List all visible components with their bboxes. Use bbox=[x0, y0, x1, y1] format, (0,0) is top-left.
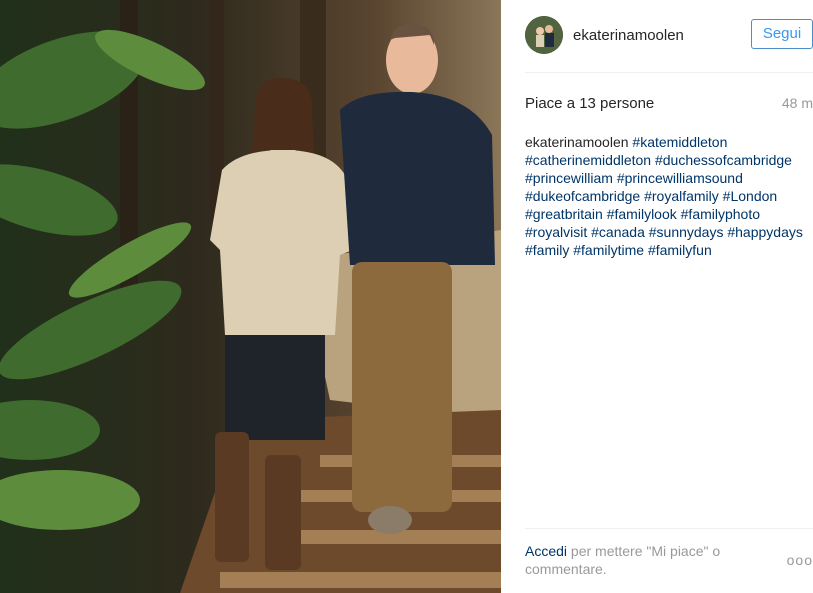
username-link[interactable]: ekaterinamoolen bbox=[573, 27, 684, 44]
photo-illustration bbox=[0, 0, 501, 593]
hashtag-link[interactable]: #katemiddleton bbox=[632, 134, 727, 150]
hashtag-link[interactable]: #duchessofcambridge bbox=[655, 152, 792, 168]
hashtag-link[interactable]: #happydays bbox=[727, 224, 803, 240]
hashtag-link[interactable]: #catherinemiddleton bbox=[525, 152, 651, 168]
caption-username-link[interactable]: ekaterinamoolen bbox=[525, 134, 629, 150]
hashtag-list: #katemiddleton #catherinemiddleton #duch… bbox=[525, 134, 803, 258]
post-sidebar: ekaterinamoolen Segui Piace a 13 persone… bbox=[501, 0, 813, 593]
post-photo[interactable] bbox=[0, 0, 501, 593]
caption: ekaterinamoolen #katemiddleton #catherin… bbox=[525, 133, 813, 259]
hashtag-link[interactable]: #royalvisit bbox=[525, 224, 587, 240]
hashtag-link[interactable]: #dukeofcambridge bbox=[525, 188, 640, 204]
hashtag-link[interactable]: #sunnydays bbox=[649, 224, 724, 240]
divider bbox=[525, 528, 813, 529]
hashtag-link[interactable]: #London bbox=[723, 188, 778, 204]
hashtag-link[interactable]: #princewilliam bbox=[525, 170, 613, 186]
more-options-icon[interactable]: ooo bbox=[787, 552, 813, 568]
likes-count[interactable]: Piace a 13 persone bbox=[525, 95, 654, 112]
hashtag-link[interactable]: #familyphoto bbox=[681, 206, 760, 222]
follow-button[interactable]: Segui bbox=[751, 19, 813, 49]
hashtag-link[interactable]: #familytime bbox=[573, 242, 644, 258]
hashtag-link[interactable]: #royalfamily bbox=[644, 188, 719, 204]
hashtag-link[interactable]: #family bbox=[525, 242, 569, 258]
post-timestamp[interactable]: 48 m bbox=[782, 95, 813, 111]
hashtag-link[interactable]: #canada bbox=[591, 224, 645, 240]
hashtag-link[interactable]: #princewilliamsound bbox=[617, 170, 743, 186]
avatar[interactable] bbox=[525, 16, 563, 54]
hashtag-link[interactable]: #greatbritain bbox=[525, 206, 603, 222]
post-header: ekaterinamoolen Segui bbox=[525, 16, 813, 56]
login-link[interactable]: Accedi bbox=[525, 543, 567, 559]
divider bbox=[525, 72, 813, 73]
hashtag-link[interactable]: #familylook bbox=[607, 206, 677, 222]
hashtag-link[interactable]: #familyfun bbox=[648, 242, 712, 258]
login-prompt: Accedi per mettere "Mi piace" o commenta… bbox=[525, 542, 755, 578]
